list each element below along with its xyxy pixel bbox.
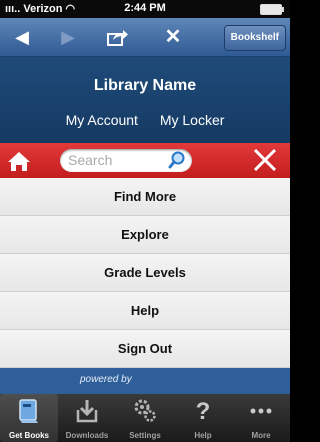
powered-by-banner: powered by	[0, 368, 290, 394]
settings-icon	[134, 399, 156, 422]
help-icon: ?	[196, 398, 211, 425]
tab-bar: Get Books Downloads Settings ? Help More	[0, 394, 290, 442]
my-locker-link[interactable]: My Locker	[160, 112, 225, 128]
forward-arrow-icon[interactable]: ▶	[54, 18, 82, 56]
search-input[interactable]: Search	[60, 149, 192, 172]
more-icon	[250, 408, 272, 414]
close-search-icon[interactable]	[250, 145, 280, 175]
tab-label: Help	[194, 431, 212, 440]
tab-label: More	[251, 431, 271, 440]
tab-more[interactable]: More	[232, 394, 290, 442]
search-bar: Search	[0, 143, 290, 178]
svg-text:?: ?	[196, 398, 211, 425]
account-links: My Account My Locker	[0, 112, 290, 128]
share-icon[interactable]	[102, 18, 134, 56]
status-bar: ııı.. Verizon ◠ 2:44 PM	[0, 0, 290, 18]
home-icon[interactable]	[6, 148, 32, 174]
menu-item-help[interactable]: Help	[0, 292, 290, 330]
tab-help[interactable]: ? Help	[174, 394, 232, 442]
menu-item-find-more[interactable]: Find More	[0, 178, 290, 216]
get-books-icon	[19, 399, 38, 423]
powered-by-text: powered by	[80, 374, 132, 385]
close-icon[interactable]: ✕	[158, 18, 188, 56]
tab-settings[interactable]: Settings	[116, 394, 174, 442]
battery-icon	[260, 4, 284, 15]
app-screen: ııı.. Verizon ◠ 2:44 PM ◀ ▶ ✕ Bookshelf …	[0, 0, 290, 442]
tab-downloads[interactable]: Downloads	[58, 394, 116, 442]
search-placeholder: Search	[68, 152, 113, 168]
back-arrow-icon[interactable]: ◀	[8, 18, 36, 56]
browser-toolbar: ◀ ▶ ✕ Bookshelf	[0, 18, 290, 57]
tab-label: Settings	[129, 431, 161, 440]
menu-item-sign-out[interactable]: Sign Out	[0, 330, 290, 368]
library-header: Library Name My Account My Locker	[0, 57, 290, 143]
bookshelf-button[interactable]: Bookshelf	[223, 25, 286, 51]
downloads-icon	[76, 400, 98, 423]
search-icon[interactable]	[168, 151, 186, 169]
menu-item-grade-levels[interactable]: Grade Levels	[0, 254, 290, 292]
library-name: Library Name	[93, 77, 197, 94]
tab-label: Downloads	[65, 431, 109, 440]
menu-item-explore[interactable]: Explore	[0, 216, 290, 254]
my-account-link[interactable]: My Account	[66, 112, 138, 128]
main-menu: Find More Explore Grade Levels Help Sign…	[0, 178, 290, 368]
tab-label: Get Books	[8, 431, 49, 440]
tab-get-books[interactable]: Get Books	[0, 394, 58, 442]
clock: 2:44 PM	[124, 2, 166, 14]
